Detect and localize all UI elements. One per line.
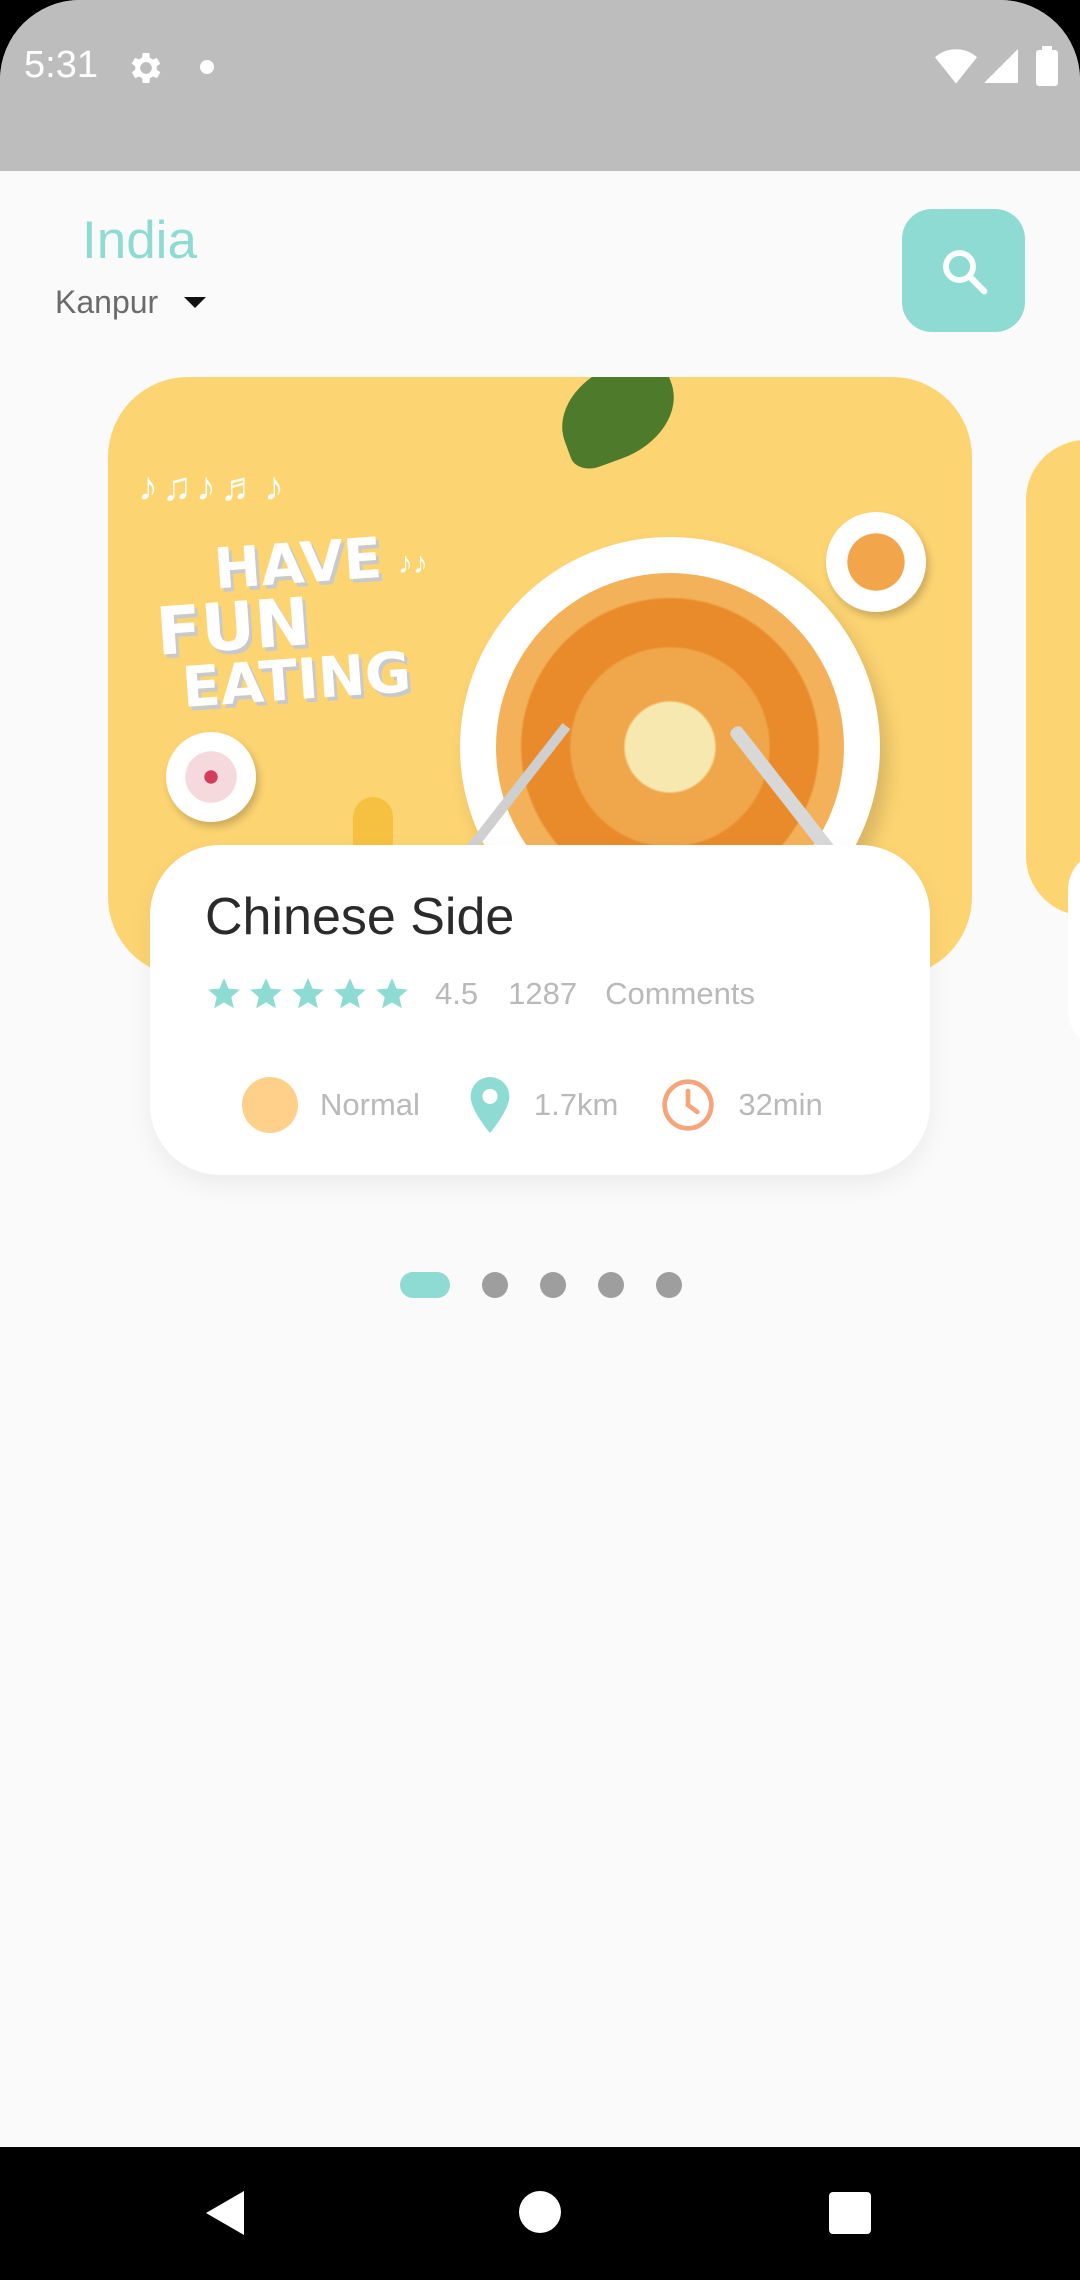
- search-icon: [942, 249, 987, 294]
- music-notes-decoration: ♪♫♪♬♪: [138, 465, 288, 509]
- city-label: Kanpur: [55, 284, 159, 320]
- level-label: Normal: [320, 1087, 420, 1122]
- rating-value: 4.5: [435, 976, 479, 1011]
- app-screen: 5:31 India Kanpur ♪♫♪♬♪ ♪♪ HAVE FUN EATI…: [0, 0, 1080, 2280]
- pager-dot[interactable]: [540, 1272, 566, 1298]
- search-button[interactable]: [902, 209, 1025, 332]
- star-icon: [208, 978, 240, 1009]
- caret-down-icon: [184, 297, 207, 308]
- hero-slogan: HAVE FUN EATING: [150, 526, 414, 722]
- system-nav-bar: [0, 2147, 1080, 2280]
- star-icon: [334, 978, 366, 1009]
- status-time: 5:31: [24, 44, 98, 86]
- time-label: 32min: [738, 1087, 823, 1122]
- battery-icon: [1036, 46, 1058, 86]
- pin-icon: [470, 1077, 510, 1133]
- pager-dot[interactable]: [482, 1272, 508, 1298]
- notification-dot-icon: [200, 60, 214, 74]
- wifi-icon: [935, 49, 977, 84]
- comments-label: Comments: [605, 976, 755, 1011]
- star-icon: [376, 978, 408, 1009]
- restaurant-info-card[interactable]: Chinese Side 4.5 1287 Comments Normal 1.…: [150, 845, 930, 1175]
- restaurant-name: Chinese Side: [205, 888, 515, 946]
- distance-label: 1.7km: [533, 1087, 619, 1122]
- meta-row: Normal 1.7km 32min: [242, 1077, 823, 1133]
- level-dot-icon: [242, 1077, 298, 1133]
- star-icon: [250, 978, 282, 1009]
- pager-dot[interactable]: [598, 1272, 624, 1298]
- country-title[interactable]: India: [82, 210, 197, 271]
- next-card-info-peek: [1068, 850, 1080, 1050]
- pager-dot[interactable]: [656, 1272, 682, 1298]
- carousel-pager: [400, 1272, 682, 1298]
- city-selector[interactable]: Kanpur: [55, 284, 207, 321]
- status-bar: 5:31: [0, 0, 1080, 171]
- comments-count: 1287: [508, 976, 578, 1011]
- signal-icon: [984, 49, 1018, 83]
- star-icon: [292, 978, 324, 1009]
- leaf-decoration: [546, 377, 690, 475]
- recents-icon[interactable]: [829, 2192, 871, 2234]
- rating-row: 4.5 1287 Comments: [205, 975, 755, 1013]
- back-icon[interactable]: [206, 2191, 244, 2235]
- pager-dot-active[interactable]: [400, 1272, 450, 1298]
- home-icon[interactable]: [519, 2191, 561, 2233]
- cake-plate-decoration: [166, 732, 256, 822]
- jam-bowl-decoration: [826, 512, 926, 612]
- hero-slogan-line-3: EATING: [179, 640, 414, 722]
- gear-icon: [131, 53, 161, 83]
- next-card-peek[interactable]: [1026, 440, 1080, 916]
- clock-icon: [662, 1079, 714, 1131]
